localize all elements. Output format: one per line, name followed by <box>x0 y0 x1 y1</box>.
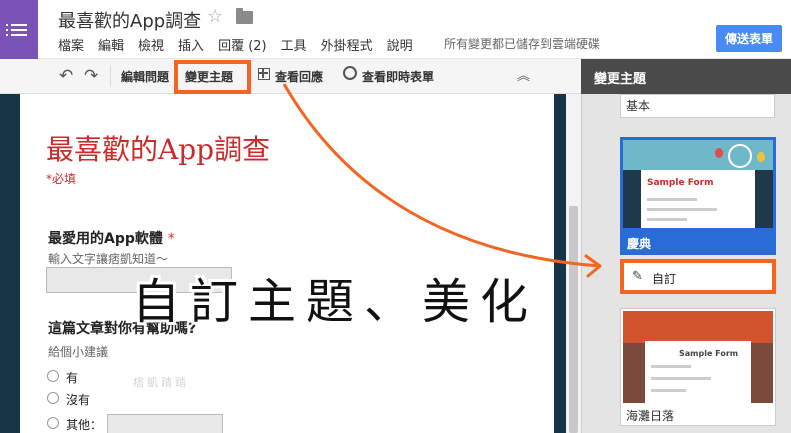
toolbar-divider <box>110 65 111 87</box>
theme-name: 海灘日落 <box>626 409 675 423</box>
menu-tools[interactable]: 工具 <box>281 35 307 54</box>
question-title[interactable]: 最愛用的App軟體 * <box>48 228 175 248</box>
menu-bar: 檔案 編輯 檢視 插入 回覆 (2) 工具 外掛程式 說明 <box>58 35 427 54</box>
undo-icon[interactable]: ↶ <box>59 66 73 86</box>
menu-help[interactable]: 說明 <box>387 35 413 54</box>
grid-icon <box>258 68 270 80</box>
radio-label: 有 <box>66 371 79 385</box>
radio-label: 其他： <box>66 418 103 432</box>
ferris-wheel-icon <box>728 144 752 168</box>
theme-beach-sunset[interactable]: Sample Form 海灘日落 <box>620 308 776 426</box>
save-status: 所有變更都已儲存到雲端硬碟 <box>444 37 601 51</box>
customize-theme-button[interactable]: ✎ 自訂 <box>620 259 776 294</box>
radio-label: 沒有 <box>66 393 91 407</box>
folder-icon[interactable] <box>236 8 253 24</box>
thumbnail-title: Sample Form <box>647 178 714 188</box>
annotation-text: 自訂主題、美化 <box>132 274 539 330</box>
required-note: *必填 <box>46 172 77 186</box>
theme-name: 慶典 <box>627 237 652 251</box>
theme-festival-selected[interactable]: Sample Form 慶典 <box>620 137 776 255</box>
theme-thumbnail: Sample Form <box>623 311 773 403</box>
thumbnail-title: Sample Form <box>679 349 739 358</box>
view-responses-button[interactable]: 查看回應 <box>275 68 323 85</box>
change-theme-highlight <box>174 60 251 94</box>
menu-addons[interactable]: 外掛程式 <box>321 35 373 54</box>
menu-responses[interactable]: 回覆 (2) <box>218 35 267 54</box>
scrollbar-thumb[interactable] <box>569 206 578 433</box>
editor-toolbar: ↶ ↷ 編輯問題 變更主題 查看回應 查看即時表單 <box>0 59 581 94</box>
menu-insert[interactable]: 插入 <box>178 35 204 54</box>
menu-view[interactable]: 檢視 <box>138 35 164 54</box>
redo-icon[interactable]: ↷ <box>84 66 98 86</box>
theme-panel-title: 變更主題 <box>581 59 791 94</box>
radio-option-other[interactable] <box>47 417 59 429</box>
app-header: 最喜歡的App調查 ☆ 檔案 編輯 檢視 插入 回覆 (2) 工具 外掛程式 說… <box>0 0 791 59</box>
send-form-button[interactable]: 傳送表單 <box>716 25 782 52</box>
edit-questions-button[interactable]: 編輯問題 <box>121 68 169 85</box>
pencil-icon: ✎ <box>632 269 643 284</box>
scrollbar[interactable] <box>566 94 581 433</box>
form-title[interactable]: 最喜歡的App調查 <box>46 128 270 168</box>
menu-file[interactable]: 檔案 <box>58 35 84 54</box>
menu-edit[interactable]: 編輯 <box>98 35 124 54</box>
other-text-field[interactable] <box>107 414 223 433</box>
question-title-text: 最愛用的App軟體 <box>48 231 163 247</box>
radio-option-no[interactable] <box>47 392 59 404</box>
live-form-icon <box>343 66 357 80</box>
forms-app-icon[interactable] <box>0 0 38 59</box>
collapse-icon[interactable]: ︽ <box>517 65 530 84</box>
theme-thumbnail: Sample Form <box>623 140 773 228</box>
radio-option-yes[interactable] <box>47 370 59 382</box>
star-icon[interactable]: ☆ <box>207 6 223 27</box>
theme-basic[interactable]: 基本 <box>620 94 775 118</box>
required-mark: * <box>167 231 175 247</box>
customize-label: 自訂 <box>652 272 677 286</box>
document-title[interactable]: 最喜歡的App調查 <box>58 7 201 33</box>
watermark: 痞凱踏踏 <box>133 376 189 389</box>
question-help-text: 給個小建議 <box>48 345 109 359</box>
view-live-form-button[interactable]: 查看即時表單 <box>362 68 434 85</box>
